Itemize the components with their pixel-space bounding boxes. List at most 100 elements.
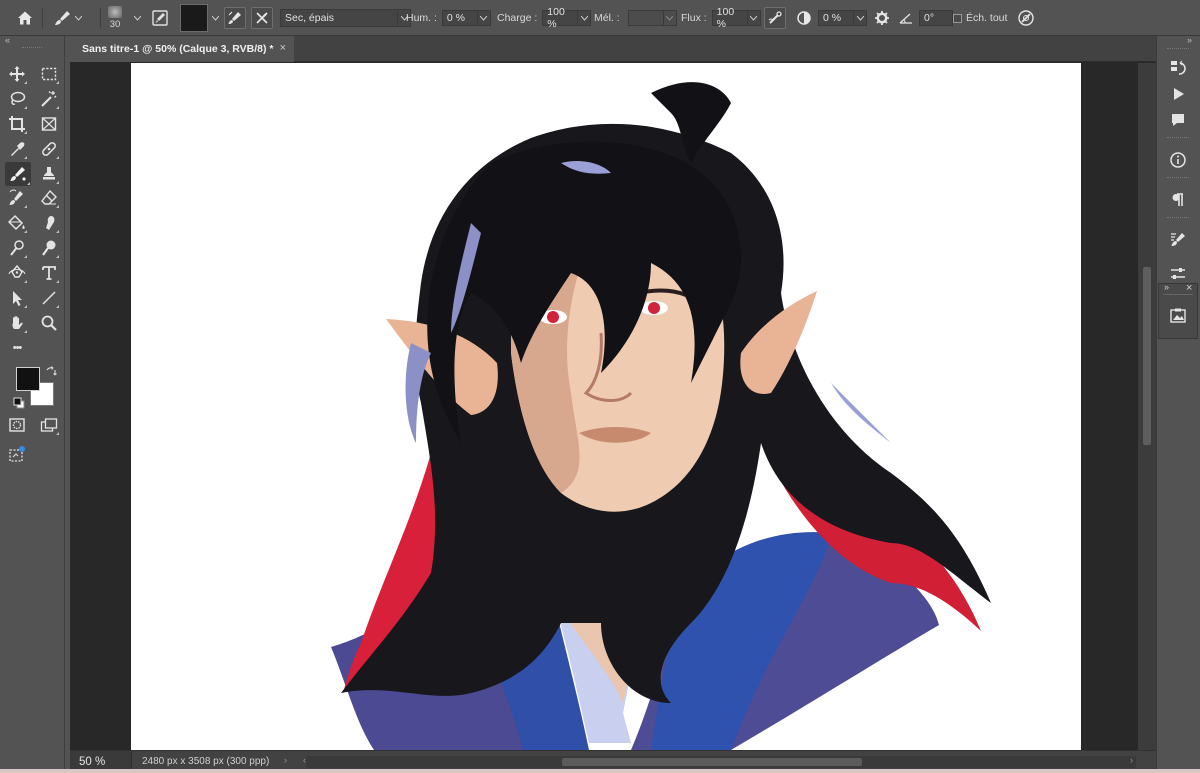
chevron-down-icon[interactable] [663,10,677,26]
move-tool[interactable] [6,63,28,85]
brush-settings-button[interactable] [149,0,171,36]
gear-icon [871,7,893,29]
charge-control[interactable]: Charge : 100 % [497,0,592,36]
floating-panel: » × [1158,282,1198,339]
comments-panel-button[interactable] [1166,108,1190,132]
zoom-lens-tool[interactable] [38,237,60,259]
right-panel-dock: » [1156,35,1200,773]
chevron-down-icon[interactable] [747,10,761,26]
smoothing-input[interactable]: 0 % [818,10,854,26]
artwork-canvas[interactable] [131,63,1081,750]
document-tab-title: Sans titre-1 @ 50% (Calque 3, RVB/8) * [82,43,274,55]
brush-settings-icon [149,7,171,29]
smoothing-settings-button[interactable] [871,0,893,36]
actions-panel-button[interactable] [1166,82,1190,106]
eyedropper-tool[interactable] [6,138,28,160]
healing-brush-tool[interactable] [38,138,60,160]
hand-tool[interactable] [6,312,28,334]
float-collapse-button[interactable]: » [1164,282,1169,292]
status-menu-arrow[interactable]: › [284,755,287,765]
panel-grip[interactable] [22,47,42,49]
chevron-down-icon[interactable] [578,10,592,26]
sample-all-checkbox[interactable] [953,13,962,23]
mixer-brush-tool[interactable] [5,162,31,186]
panel-grip[interactable] [1167,177,1189,179]
mel-control[interactable]: Mél. : [594,0,677,36]
flux-label: Flux : [681,12,707,24]
smoothing-control[interactable]: 0 % [793,0,867,36]
image-icon [1170,308,1186,323]
type-tool[interactable] [38,262,60,284]
current-color-swatch[interactable] [180,0,219,36]
brush-preset-dropdown[interactable] [133,0,141,36]
swap-colors-button[interactable] [45,366,57,381]
line-tool[interactable] [38,287,60,309]
smudge-tool[interactable] [38,212,60,234]
flux-input[interactable]: 100 % [711,6,748,30]
screen-mode-button[interactable] [38,414,60,436]
hum-input[interactable]: 0 % [441,10,478,26]
brush-preset-picker[interactable]: 30 [108,0,122,36]
load-brush-button[interactable] [224,0,246,36]
edit-toolbar-button[interactable]: ••• [6,337,28,359]
foreground-color-swatch[interactable] [16,367,40,391]
comment-icon [1172,114,1184,126]
clone-stamp-tool[interactable] [38,163,60,185]
pen-tool[interactable] [6,262,28,284]
brush-settings-panel-icon [1171,233,1185,246]
airbrush-icon [764,7,786,29]
mixer-preset-select[interactable]: Sec, épais [280,0,411,36]
history-brush-tool[interactable] [6,187,28,209]
quick-mask-button[interactable] [6,414,28,436]
load-brush-icon [224,7,246,29]
history-panel-button[interactable] [1166,56,1190,80]
vertical-scrollbar[interactable] [1138,63,1156,750]
eraser-tool[interactable] [38,187,60,209]
mel-input[interactable] [627,10,664,26]
default-colors-button[interactable] [13,397,25,412]
generative-fill-button[interactable] [6,443,28,465]
magic-wand-tool[interactable] [38,88,60,110]
document-tab[interactable]: Sans titre-1 @ 50% (Calque 3, RVB/8) * × [70,36,294,62]
charge-label: Charge : [497,12,538,24]
airbrush-toggle[interactable] [764,0,786,36]
brush-angle-control[interactable]: 0° [895,0,953,36]
collapse-toolbar-button[interactable]: « [5,35,10,45]
flux-control[interactable]: Flux : 100 % [681,0,761,36]
dodge-tool[interactable] [6,237,28,259]
chevron-down-icon[interactable] [477,10,491,26]
marquee-tool[interactable] [38,63,60,85]
paragraph-panel-button[interactable] [1166,188,1190,212]
lasso-tool[interactable] [6,88,28,110]
home-button[interactable] [14,0,36,36]
pressure-size-button[interactable] [1015,0,1037,36]
clean-brush-button[interactable] [251,0,273,36]
info-panel-button[interactable] [1166,148,1190,172]
crop-tool[interactable] [6,113,28,135]
frame-tool[interactable] [38,113,60,135]
hum-control[interactable]: Hum. : 0 % [406,0,491,36]
panel-grip[interactable] [1167,137,1189,139]
collapse-dock-button[interactable]: » [1187,35,1192,45]
home-icon [14,7,36,29]
zoom-tool[interactable] [38,312,60,334]
navigator-panel-button[interactable] [1166,304,1190,328]
window-bottom-edge [0,769,1200,773]
scroll-right-arrow[interactable]: › [1130,755,1133,765]
vertical-scroll-thumb[interactable] [1143,267,1151,445]
scroll-left-arrow[interactable]: ‹ [303,755,306,765]
charge-input[interactable]: 100 % [542,6,579,30]
chevron-down-icon[interactable] [854,10,867,26]
sample-all-layers-toggle[interactable]: Éch. tout [953,0,1007,36]
close-tab-icon[interactable]: × [280,42,286,54]
path-selection-tool[interactable] [6,287,28,309]
float-close-button[interactable]: × [1186,282,1192,294]
angle-input[interactable]: 0° [919,10,953,26]
tool-preset-picker[interactable] [52,0,82,36]
panel-grip[interactable] [1167,217,1189,219]
panel-grip[interactable] [1167,48,1189,50]
horizontal-scroll-thumb[interactable] [562,758,862,766]
brush-settings-panel-button[interactable] [1166,227,1190,251]
paint-bucket-tool[interactable] [6,212,28,234]
horizontal-scrollbar[interactable]: ‹ › [303,755,1136,768]
